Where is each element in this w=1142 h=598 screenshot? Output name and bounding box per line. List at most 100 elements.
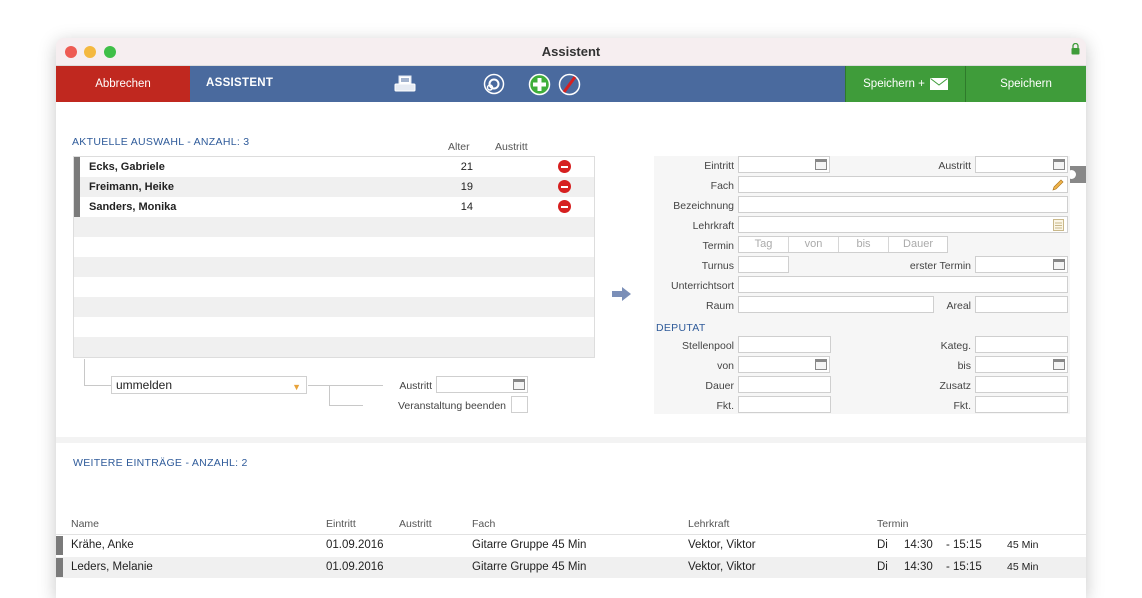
raum-field[interactable] xyxy=(738,296,934,313)
assistant-window: Assistent Abbrechen ASSISTENT Speichern … xyxy=(56,38,1086,598)
calendar-icon[interactable] xyxy=(513,379,525,390)
title-bar: Assistent xyxy=(56,38,1086,66)
printer-icon[interactable] xyxy=(393,72,417,96)
fach-label: Fach xyxy=(710,180,734,192)
row-tag: Di xyxy=(877,539,888,551)
deputat-bis-date-field[interactable] xyxy=(975,356,1068,373)
bezeichnung-field[interactable] xyxy=(738,196,1068,213)
termin-bis-input[interactable]: bis xyxy=(839,237,889,252)
empty-row xyxy=(74,337,594,357)
row-bis: - 15:15 xyxy=(946,539,982,551)
col-header-austritt: Austritt xyxy=(399,518,432,530)
remove-icon[interactable] xyxy=(557,72,581,96)
col-header-fach: Fach xyxy=(472,518,496,530)
remove-row-icon[interactable] xyxy=(558,200,571,213)
save-and-mail-label: Speichern + xyxy=(863,78,925,90)
row-eintritt: 01.09.2016 xyxy=(326,561,384,573)
action-select[interactable]: ummelden ▼ xyxy=(111,376,307,394)
bezeichnung-label: Bezeichnung xyxy=(673,200,734,212)
empty-row xyxy=(74,297,594,317)
selection-title: AKTUELLE AUSWAHL - ANZAHL: 3 xyxy=(72,136,250,148)
termin-tag-input[interactable]: Tag xyxy=(739,237,789,252)
row-lehrkraft: Vektor, Viktor xyxy=(688,539,756,551)
remove-row-icon[interactable] xyxy=(558,180,571,193)
cancel-button[interactable]: Abbrechen xyxy=(56,66,190,102)
fkt-right-field[interactable] xyxy=(975,396,1068,413)
row-lehrkraft: Vektor, Viktor xyxy=(688,561,756,573)
window-title: Assistent xyxy=(541,44,601,59)
add-icon[interactable] xyxy=(527,72,551,96)
fkt-left-label: Fkt. xyxy=(716,400,735,412)
selection-row-alter: 14 xyxy=(460,201,473,213)
termin-von-input[interactable]: von xyxy=(789,237,839,252)
lehrkraft-field[interactable] xyxy=(738,216,1068,233)
dauer-field[interactable] xyxy=(738,376,831,393)
connector-line xyxy=(329,405,363,406)
fach-field[interactable] xyxy=(738,176,1068,193)
austritt-date-field[interactable] xyxy=(436,376,528,393)
erster-termin-label: erster Termin xyxy=(909,260,971,272)
deputat-von-date-field[interactable] xyxy=(738,356,830,373)
calendar-icon[interactable] xyxy=(1053,259,1065,270)
kateg-field[interactable] xyxy=(975,336,1068,353)
empty-row xyxy=(74,277,594,297)
form-austritt-date-field[interactable] xyxy=(975,156,1068,173)
eintritt-date-field[interactable] xyxy=(738,156,830,173)
list-icon[interactable] xyxy=(1053,219,1064,231)
empty-row xyxy=(74,217,594,237)
row-dauer: 45 Min xyxy=(1007,539,1039,551)
selection-table: Ecks, Gabriele 21 Freimann, Heike 19 San… xyxy=(73,156,595,358)
pencil-icon[interactable] xyxy=(1052,179,1064,191)
termin-field[interactable]: Tag von bis Dauer xyxy=(738,236,948,253)
selection-row[interactable]: Sanders, Monika 14 xyxy=(74,197,594,217)
kateg-label: Kateg. xyxy=(940,340,971,352)
empty-row xyxy=(74,237,594,257)
stellenpool-field[interactable] xyxy=(738,336,831,353)
selection-row[interactable]: Freimann, Heike 19 xyxy=(74,177,594,197)
connector-line xyxy=(84,385,111,386)
fkt-left-field[interactable] xyxy=(738,396,831,413)
table-row[interactable]: Krähe, Anke 01.09.2016 Gitarre Gruppe 45… xyxy=(56,535,1086,556)
calendar-icon[interactable] xyxy=(1053,159,1065,170)
zusatz-field[interactable] xyxy=(975,376,1068,393)
unterrichtsort-field[interactable] xyxy=(738,276,1068,293)
erster-termin-date-field[interactable] xyxy=(975,256,1068,273)
form-austritt-label: Austritt xyxy=(938,160,971,172)
calendar-icon[interactable] xyxy=(1053,359,1065,370)
connector-line xyxy=(308,385,383,386)
col-header-termin: Termin xyxy=(877,518,909,530)
cancel-button-label: Abbrechen xyxy=(95,78,151,90)
fkt-right-label: Fkt. xyxy=(953,400,972,412)
calendar-icon[interactable] xyxy=(815,159,827,170)
stellenpool-label: Stellenpool xyxy=(682,340,734,352)
end-event-checkbox[interactable] xyxy=(511,396,528,413)
unterrichtsort-label: Unterrichtsort xyxy=(670,280,734,292)
raum-label: Raum xyxy=(705,300,734,312)
termin-dauer-input[interactable]: Dauer xyxy=(889,237,947,252)
deputat-title: DEPUTAT xyxy=(656,322,706,334)
col-header-austritt: Austritt xyxy=(495,141,528,153)
calendar-icon[interactable] xyxy=(815,359,827,370)
col-header-alter: Alter xyxy=(448,141,470,153)
selection-row[interactable]: Ecks, Gabriele 21 xyxy=(74,157,594,177)
turnus-field[interactable] xyxy=(738,256,789,273)
save-button[interactable]: Speichern xyxy=(965,66,1086,102)
selection-row-alter: 19 xyxy=(460,181,473,193)
remove-row-icon[interactable] xyxy=(558,160,571,173)
empty-row xyxy=(74,257,594,277)
arrow-right-icon xyxy=(612,287,631,301)
save-button-label: Speichern xyxy=(1000,78,1052,90)
save-and-mail-button[interactable]: Speichern + xyxy=(845,66,965,102)
selection-row-name: Freimann, Heike xyxy=(89,181,174,193)
connector-line xyxy=(329,385,330,405)
areal-field[interactable] xyxy=(975,296,1068,313)
dauer-label: Dauer xyxy=(705,380,734,392)
areal-label: Areal xyxy=(946,300,971,312)
zusatz-label: Zusatz xyxy=(939,380,971,392)
col-header-name: Name xyxy=(71,518,100,530)
toolbar-title: ASSISTENT xyxy=(206,77,274,89)
row-name: Leders, Melanie xyxy=(71,561,153,573)
settings-gear-icon[interactable] xyxy=(482,72,506,96)
lock-icon[interactable] xyxy=(1071,43,1080,55)
selection-row-name: Ecks, Gabriele xyxy=(89,161,165,173)
